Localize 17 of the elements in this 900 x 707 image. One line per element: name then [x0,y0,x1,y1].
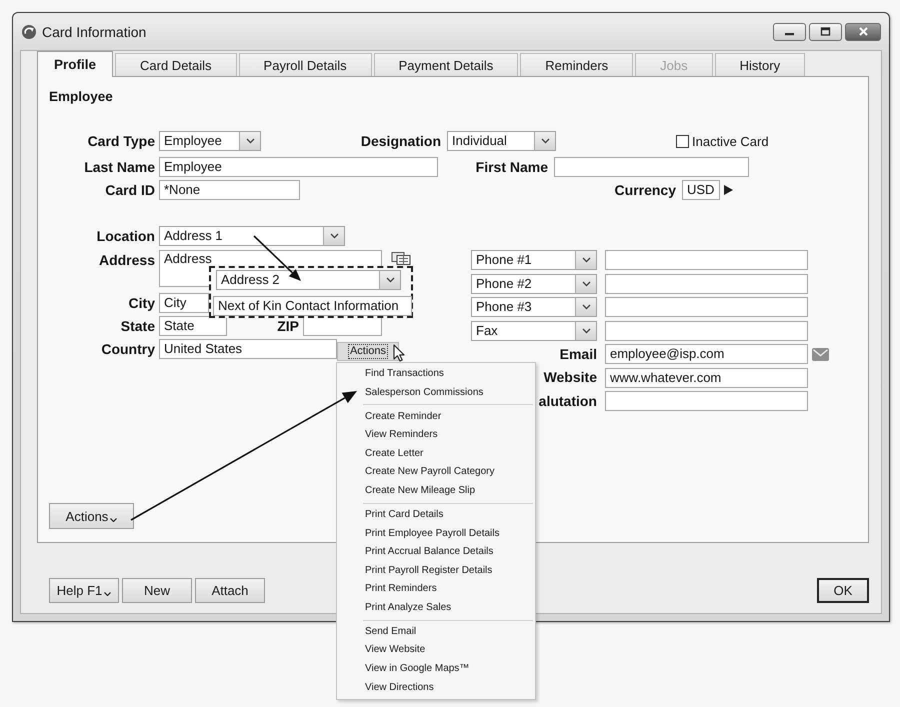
field-label: Designation [360,134,441,148]
field-label: State [120,318,155,334]
field-label: Card Type [86,134,155,148]
field-label: Card ID [104,182,155,198]
field-label: alutation [538,394,597,408]
window-title: Card Information [42,24,146,40]
section-heading: Employee [49,89,113,105]
field-label: Address [98,253,155,268]
field-label: Country [100,342,155,356]
field-label: ZIP [276,318,299,334]
field-label: City [128,296,155,310]
field-label: Email [558,346,597,362]
field-label: Location [96,228,155,244]
field-label: Currency [614,182,676,198]
field-label: Last Name [83,160,155,174]
field-label: First Name [474,160,548,174]
checkbox-label: Inactive Card [692,134,769,148]
